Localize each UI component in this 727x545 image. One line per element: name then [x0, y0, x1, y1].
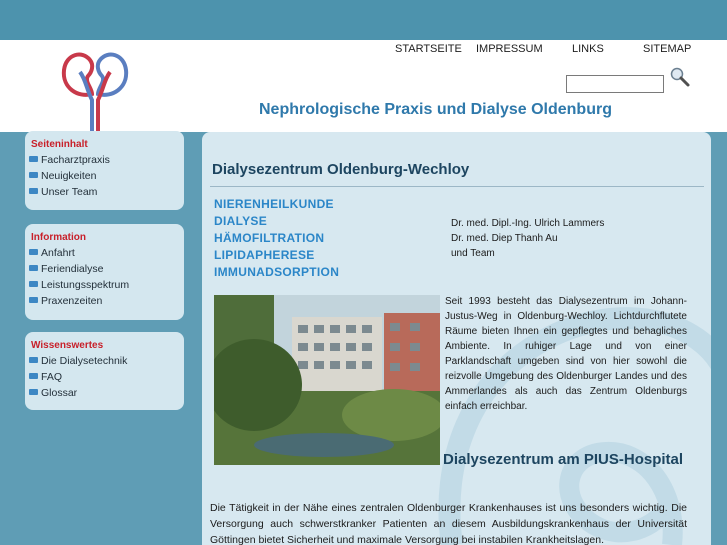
sidebar-item-dialysetechnik[interactable]: Die Dialysetechnik — [29, 355, 127, 367]
nav-startseite[interactable]: STARTSEITE — [395, 43, 462, 55]
sidebar-item-unser-team[interactable]: Unser Team — [29, 186, 97, 198]
site-title: Nephrologische Praxis und Dialyse Oldenb… — [259, 101, 612, 118]
sidebar-item-facharztpraxis[interactable]: Facharztpraxis — [29, 154, 110, 166]
sidebar-item-glossar[interactable]: Glossar — [29, 387, 77, 399]
sidebar-item-label: Neuigkeiten — [41, 170, 97, 182]
folder-icon — [29, 297, 38, 303]
sidebar-item-label: FAQ — [41, 371, 63, 383]
sidebar-item-faq[interactable]: FAQ — [29, 371, 62, 383]
sidebar-item-label: Feriendialyse — [41, 263, 104, 275]
specialty-item: NIERENHEILKUNDE — [214, 197, 334, 211]
sidebar-item-leistungsspektrum[interactable]: Leistungsspektrum — [29, 279, 129, 291]
sidebar-item-neuigkeiten[interactable]: Neuigkeiten — [29, 170, 96, 182]
sidebar-item-label: Anfahrt — [41, 247, 75, 259]
top-band — [0, 0, 727, 40]
kidney-logo[interactable] — [56, 48, 134, 134]
nav-links[interactable]: LINKS — [572, 43, 604, 55]
search-input[interactable] — [566, 75, 664, 93]
sidebar-heading: Information — [31, 232, 86, 243]
sidebar-box-wissenswertes: Wissenswertes Die Dialysetechnik FAQ Glo… — [25, 332, 184, 410]
clinic-building-photo — [214, 295, 440, 465]
sidebar-item-label: Glossar — [41, 387, 78, 399]
folder-icon — [29, 172, 38, 178]
nav-impressum[interactable]: IMPRESSUM — [476, 43, 543, 55]
sidebar-heading: Seiteninhalt — [31, 139, 88, 150]
sidebar-item-label: Unser Team — [41, 186, 98, 198]
sidebar-item-label: Die Dialysetechnik — [41, 355, 128, 367]
top-navigation: STARTSEITE IMPRESSUM LINKS SITEMAP — [0, 43, 727, 59]
specialty-item: IMMUNADSORPTION — [214, 265, 340, 279]
specialty-item: HÄMOFILTRATION — [214, 231, 325, 245]
specialty-item: LIPIDAPHERESE — [214, 248, 315, 262]
intro-paragraph: Seit 1993 besteht das Dialysezentrum im … — [445, 296, 687, 412]
doctor-name: Dr. med. Dipl.-Ing. Ulrich Lammers — [451, 218, 605, 229]
sidebar-box-seiteninhalt: Seiteninhalt Facharztpraxis Neuigkeiten … — [25, 131, 184, 210]
sidebar-item-praxenzeiten[interactable]: Praxenzeiten — [29, 295, 102, 307]
sidebar-item-anfahrt[interactable]: Anfahrt — [29, 247, 75, 259]
heading-divider — [210, 186, 704, 187]
sidebar-heading: Wissenswertes — [31, 340, 104, 351]
sidebar-item-feriendialyse[interactable]: Feriendialyse — [29, 263, 103, 275]
sidebar-item-label: Praxenzeiten — [41, 295, 103, 307]
pius-paragraph: Die Tätigkeit in der Nähe eines zentrale… — [210, 502, 687, 545]
folder-icon — [29, 281, 38, 287]
sidebar-box-information: Information Anfahrt Feriendialyse Leistu… — [25, 224, 184, 320]
folder-icon — [29, 265, 38, 271]
search-icon[interactable] — [669, 66, 691, 88]
folder-icon — [29, 389, 38, 395]
folder-icon — [29, 357, 38, 363]
section-heading: Dialysezentrum am PIUS-Hospital — [443, 451, 684, 468]
folder-icon — [29, 249, 38, 255]
nav-sitemap[interactable]: SITEMAP — [643, 43, 691, 55]
page-heading: Dialysezentrum Oldenburg-Wechloy — [212, 161, 470, 178]
sidebar-item-label: Leistungsspektrum — [41, 279, 130, 291]
sidebar-item-label: Facharztpraxis — [41, 154, 110, 166]
main-content-panel: Dialysezentrum Oldenburg-Wechloy NIERENH… — [202, 132, 711, 545]
doctor-name: und Team — [451, 248, 495, 259]
folder-icon — [29, 373, 38, 379]
doctor-name: Dr. med. Diep Thanh Au — [451, 233, 558, 244]
folder-icon — [29, 156, 38, 162]
folder-icon — [29, 188, 38, 194]
specialty-item: DIALYSE — [214, 214, 268, 228]
